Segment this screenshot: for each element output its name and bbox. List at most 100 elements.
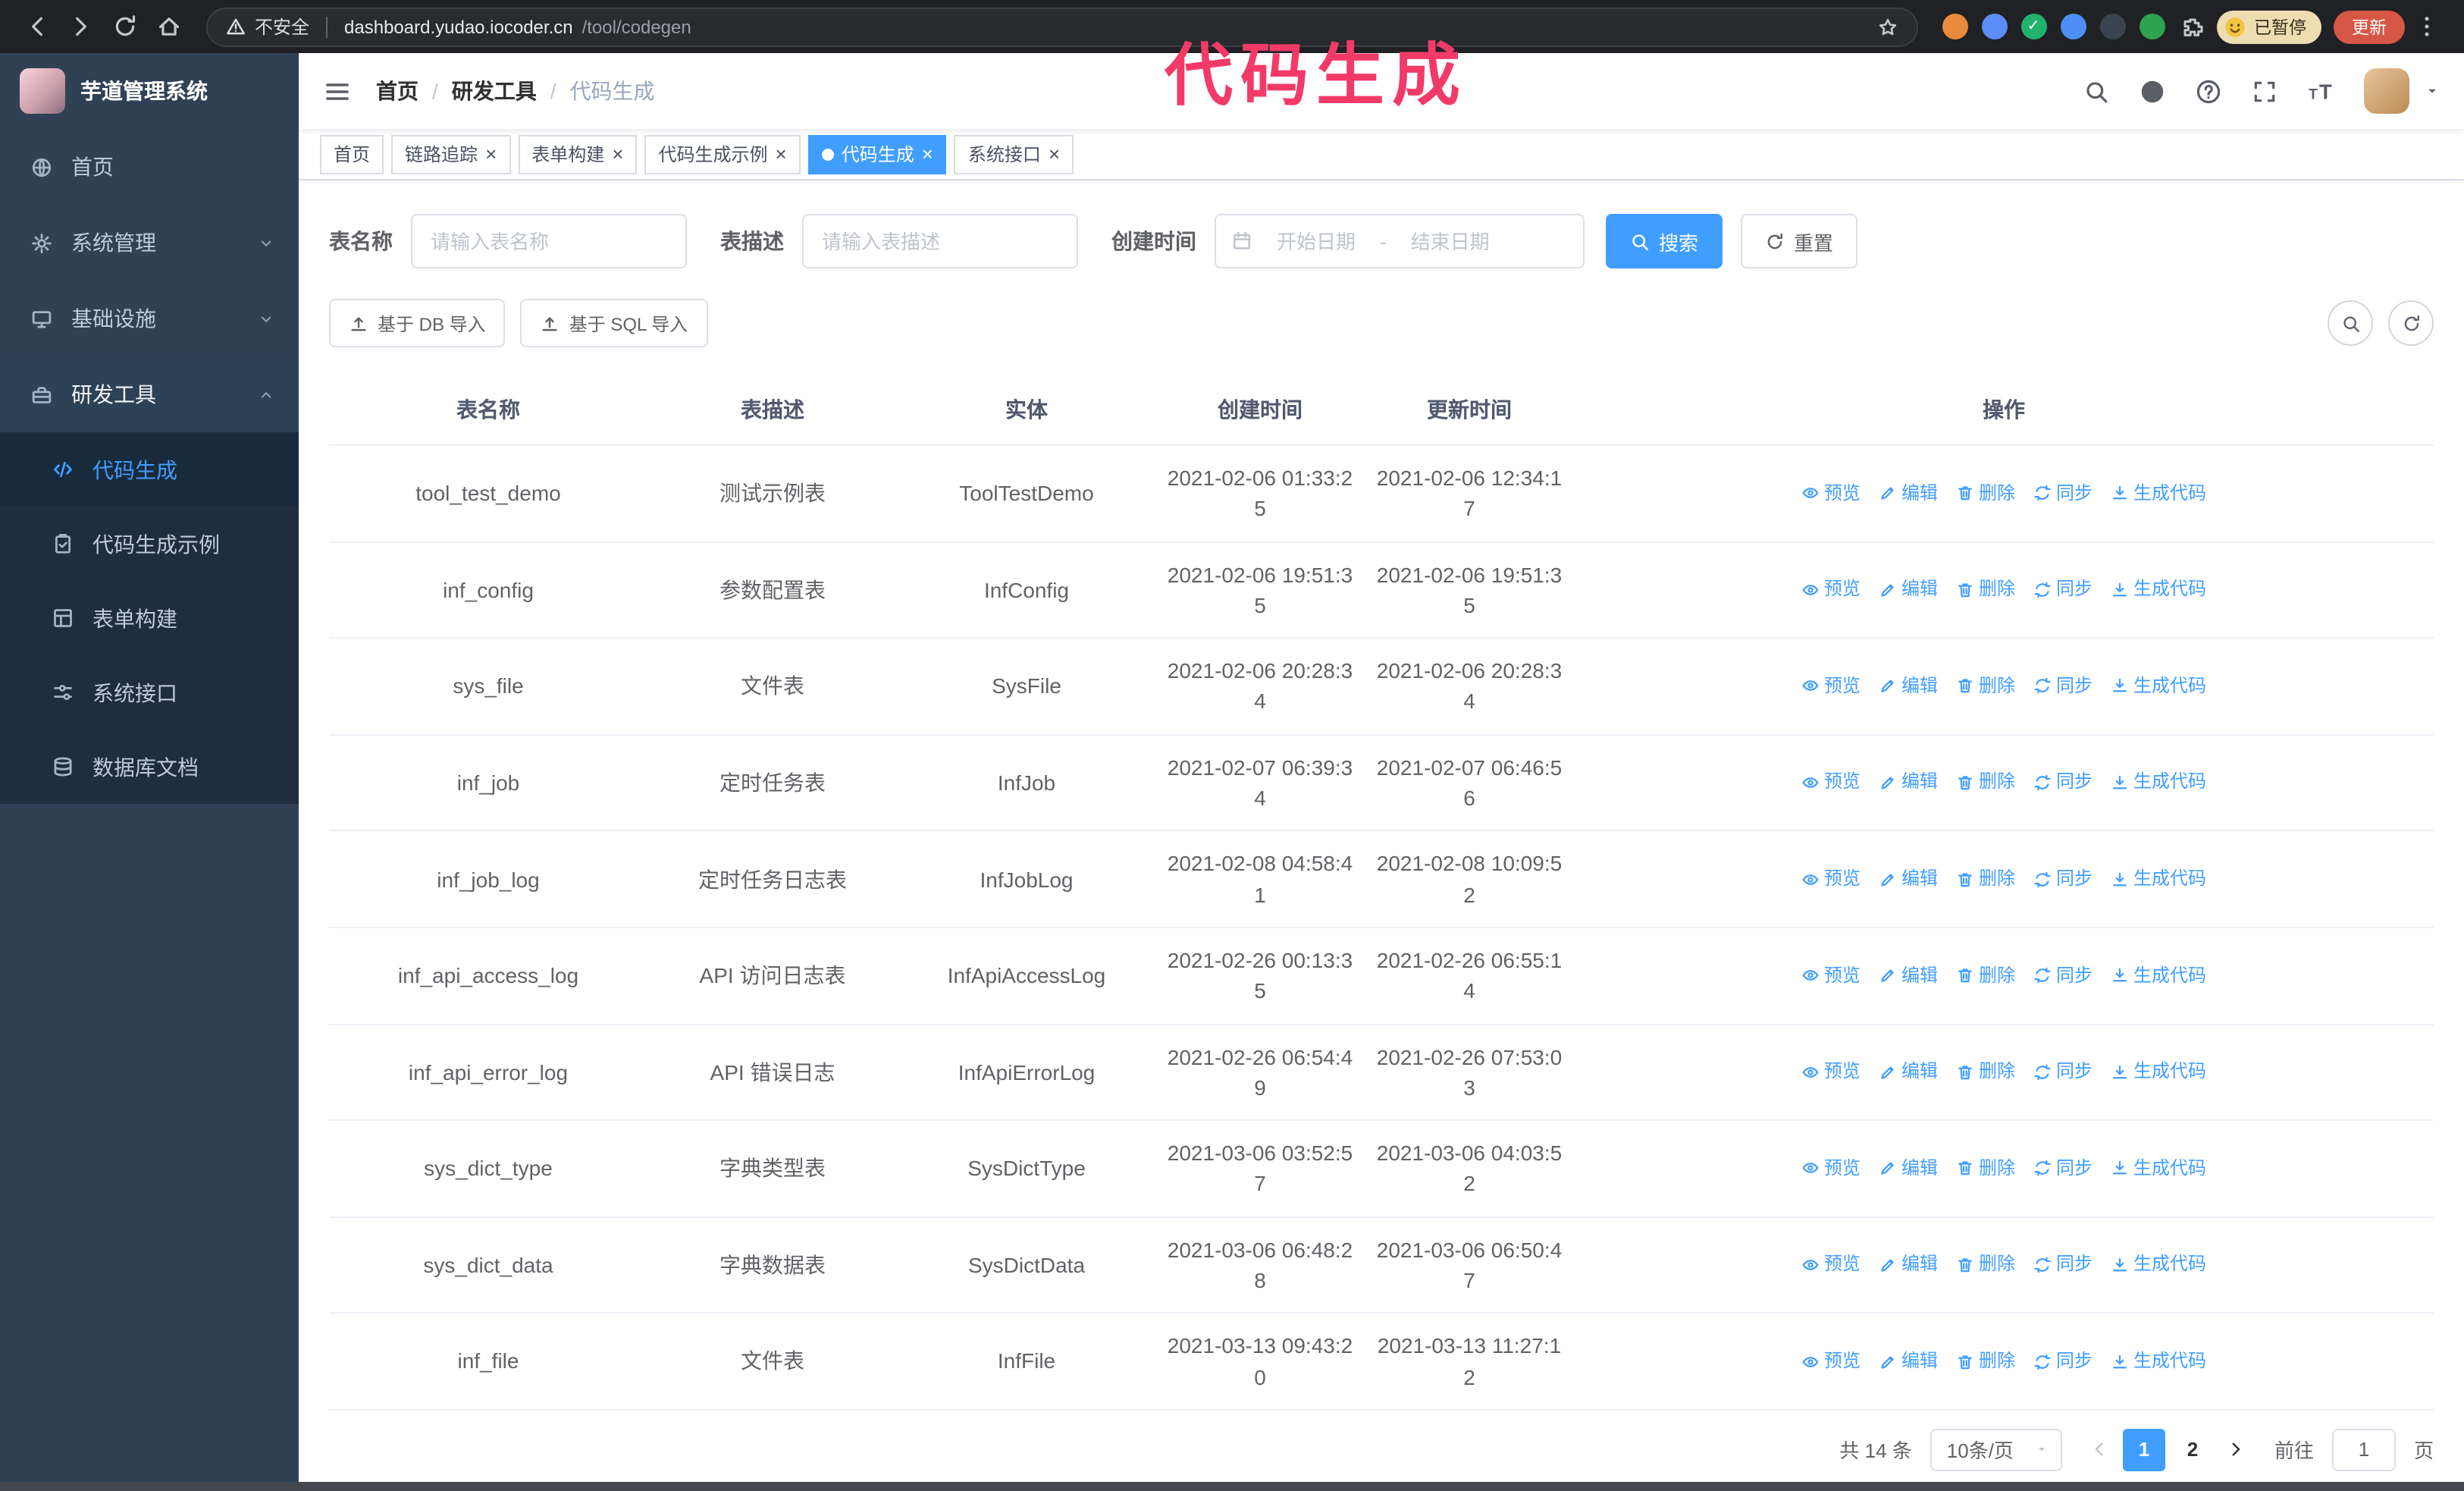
op-preview[interactable]: 预览 [1801, 673, 1861, 700]
import-db-button[interactable]: 基于 DB 导入 [329, 299, 506, 347]
op-delete[interactable]: 删除 [1956, 1348, 2015, 1375]
breadcrumb-item[interactable]: 首页 [376, 76, 419, 106]
extension-share-icon[interactable] [2060, 14, 2086, 39]
extension-orange-icon[interactable] [1942, 14, 1967, 39]
app-logo[interactable]: 芋道管理系统 [0, 53, 299, 129]
op-generate[interactable]: 生成代码 [2111, 673, 2206, 700]
op-delete[interactable]: 删除 [1956, 866, 2015, 893]
op-sync[interactable]: 同步 [2033, 480, 2093, 507]
reset-button[interactable]: 重置 [1741, 214, 1858, 268]
op-preview[interactable]: 预览 [1801, 962, 1861, 989]
op-sync[interactable]: 同步 [2033, 1059, 2093, 1085]
op-preview[interactable]: 预览 [1801, 1156, 1861, 1182]
op-edit[interactable]: 编辑 [1879, 480, 1938, 507]
op-delete[interactable]: 删除 [1956, 1252, 2015, 1279]
sidebar-item-codegen-example[interactable]: 代码生成示例 [0, 507, 299, 581]
sidebar-item-home[interactable]: 首页 [0, 129, 299, 205]
op-edit[interactable]: 编辑 [1879, 1348, 1938, 1375]
op-generate[interactable]: 生成代码 [2111, 1059, 2206, 1085]
op-generate[interactable]: 生成代码 [2111, 480, 2206, 507]
op-delete[interactable]: 删除 [1956, 480, 2015, 507]
op-edit[interactable]: 编辑 [1879, 866, 1938, 893]
extension-blue-icon[interactable] [1981, 14, 2007, 39]
next-page-button[interactable] [2217, 1429, 2256, 1471]
prev-page-button[interactable] [2080, 1429, 2120, 1471]
op-preview[interactable]: 预览 [1801, 770, 1861, 796]
op-preview[interactable]: 预览 [1801, 1059, 1861, 1085]
breadcrumb-item[interactable]: 研发工具 [452, 76, 537, 106]
op-preview[interactable]: 预览 [1801, 1252, 1861, 1279]
back-icon[interactable] [15, 14, 59, 39]
op-preview[interactable]: 预览 [1801, 1348, 1861, 1375]
op-sync[interactable]: 同步 [2033, 1348, 2093, 1375]
sidebar-item-form-builder[interactable]: 表单构建 [0, 581, 299, 655]
goto-page-input[interactable] [2331, 1428, 2396, 1471]
tab-1[interactable]: 首页 [320, 134, 384, 174]
tab-close-icon[interactable]: × [776, 144, 787, 164]
refresh-table-button[interactable] [2388, 300, 2434, 346]
page-1[interactable]: 1 [2122, 1428, 2165, 1471]
tab-4[interactable]: 代码生成示例 × [644, 134, 801, 174]
op-delete[interactable]: 删除 [1956, 1156, 2015, 1182]
sidebar-item-system-api[interactable]: 系统接口 [0, 655, 299, 730]
tab-2[interactable]: 链路追踪 × [391, 134, 511, 174]
op-edit[interactable]: 编辑 [1879, 576, 1938, 603]
op-preview[interactable]: 预览 [1801, 866, 1861, 893]
reload-icon[interactable] [103, 14, 147, 39]
op-edit[interactable]: 编辑 [1879, 1156, 1938, 1182]
op-edit[interactable]: 编辑 [1879, 1059, 1938, 1085]
bookmark-star-icon[interactable] [1876, 16, 1898, 37]
font-size-icon[interactable]: TT [2308, 78, 2334, 104]
toggle-search-button[interactable] [2328, 300, 2373, 346]
op-edit[interactable]: 编辑 [1879, 770, 1938, 796]
github-icon[interactable] [2140, 78, 2165, 104]
op-sync[interactable]: 同步 [2033, 770, 2093, 796]
page-size-select[interactable]: 10条/页 [1930, 1428, 2062, 1471]
op-preview[interactable]: 预览 [1801, 576, 1861, 603]
extensions-puzzle-icon[interactable] [2180, 14, 2204, 39]
op-sync[interactable]: 同步 [2033, 576, 2093, 603]
op-generate[interactable]: 生成代码 [2111, 770, 2206, 796]
op-delete[interactable]: 删除 [1956, 770, 2015, 796]
op-delete[interactable]: 删除 [1956, 576, 2015, 603]
browser-menu-dots-icon[interactable] [2405, 14, 2449, 39]
tab-5[interactable]: 代码生成 × [807, 134, 947, 174]
table-desc-input[interactable] [802, 214, 1078, 268]
tab-6[interactable]: 系统接口 × [954, 134, 1074, 174]
op-generate[interactable]: 生成代码 [2111, 576, 2206, 603]
help-icon[interactable] [2196, 78, 2221, 104]
hamburger-icon[interactable] [323, 77, 352, 105]
sidebar-item-infra[interactable]: 基础设施 [0, 281, 299, 356]
sidebar-item-db-doc[interactable]: 数据库文档 [0, 730, 299, 804]
tab-close-icon[interactable]: × [485, 144, 497, 164]
op-sync[interactable]: 同步 [2033, 866, 2093, 893]
sidebar-item-devtools[interactable]: 研发工具 [0, 356, 299, 432]
table-name-input[interactable] [411, 214, 687, 268]
op-edit[interactable]: 编辑 [1879, 1252, 1938, 1279]
op-sync[interactable]: 同步 [2033, 1252, 2093, 1279]
profile-paused-chip[interactable]: 已暂停 [2216, 10, 2321, 43]
op-generate[interactable]: 生成代码 [2111, 962, 2206, 989]
tab-close-icon[interactable]: × [612, 144, 623, 164]
address-bar[interactable]: 不安全 dashboard.yudao.iocoder.cn /tool/cod… [206, 7, 1917, 46]
user-avatar[interactable] [2364, 68, 2409, 114]
fullscreen-icon[interactable] [2252, 78, 2277, 104]
extension-switch-icon[interactable] [2099, 14, 2125, 39]
op-sync[interactable]: 同步 [2033, 962, 2093, 989]
end-date-input[interactable] [1392, 230, 1508, 253]
start-date-input[interactable] [1259, 230, 1374, 253]
create-time-range-picker[interactable]: - [1215, 214, 1585, 268]
op-preview[interactable]: 预览 [1801, 480, 1861, 507]
op-sync[interactable]: 同步 [2033, 1156, 2093, 1182]
op-generate[interactable]: 生成代码 [2111, 1252, 2206, 1279]
extension-translate-icon[interactable] [2139, 14, 2165, 39]
op-generate[interactable]: 生成代码 [2111, 1348, 2206, 1375]
tab-close-icon[interactable]: × [922, 144, 933, 164]
tab-close-icon[interactable]: × [1049, 144, 1060, 164]
search-icon[interactable] [2083, 78, 2109, 104]
sidebar-item-codegen[interactable]: 代码生成 [0, 432, 299, 507]
search-button[interactable]: 搜索 [1606, 214, 1723, 268]
home-nav-icon[interactable] [147, 14, 191, 39]
sidebar-item-system[interactable]: 系统管理 [0, 205, 299, 281]
forward-icon[interactable] [59, 14, 103, 39]
